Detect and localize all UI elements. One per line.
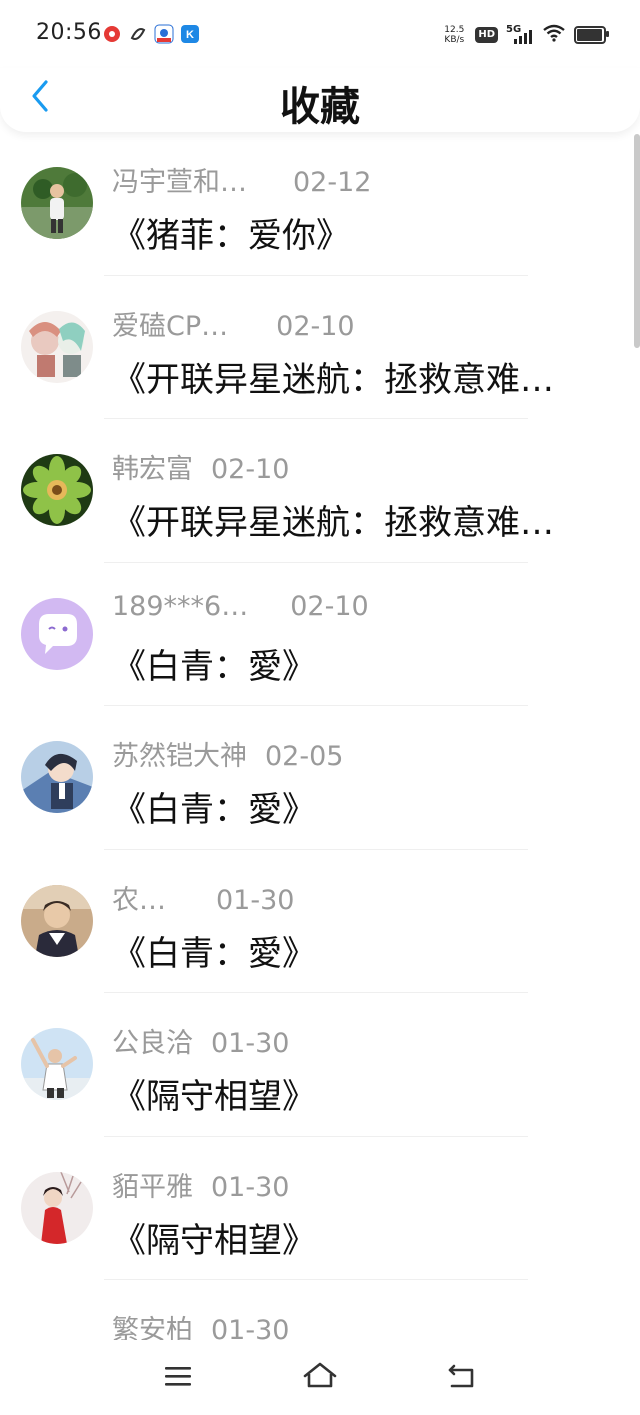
topic-title: 《猪菲：爱你》 [112, 216, 350, 256]
date: 02-05 [265, 741, 344, 772]
item-meta: 韩宏富 02-10 [112, 447, 289, 486]
username: 农… [112, 884, 166, 916]
username: 冯宇萱和… [112, 167, 247, 198]
hd-badge: HD [475, 27, 498, 43]
username: 苏然铠大神 [112, 741, 247, 772]
back-arrow-icon [446, 1362, 478, 1394]
date: 02-10 [276, 310, 355, 342]
topic-title: 《开联异星迷航：拯救意难… [112, 503, 554, 543]
list-item[interactable]: 农… 01-30 《白青：愛》 [0, 850, 640, 993]
username: 繁安柏 [112, 1315, 193, 1340]
blue-app-icon [154, 24, 174, 44]
topic-title: 《开联异星迷航：拯救意难… [112, 359, 554, 400]
menu-icon [164, 1364, 192, 1392]
favorites-list: 冯宇萱和… 02-12 《猪菲：爱你》 爱磕CP… 02-10 《开联异星迷航：拯救… [0, 132, 640, 1340]
menu-button[interactable] [156, 1358, 200, 1398]
list-item[interactable]: 我 繁安柏 01-30 [0, 1280, 640, 1340]
status-bar: 20:56 K 12.5 KB/s HD 5G [0, 0, 640, 68]
avatar[interactable] [21, 1171, 93, 1244]
item-meta: 农… 01-30 [112, 878, 294, 917]
status-time: 20:56 [36, 20, 102, 45]
back-nav-button[interactable] [440, 1358, 484, 1398]
username: 韩宏富 [112, 454, 193, 485]
avatar[interactable] [21, 167, 93, 239]
system-nav-bar [0, 1340, 640, 1415]
avatar[interactable] [21, 741, 93, 813]
svg-text:K: K [186, 29, 194, 41]
avatar[interactable] [21, 454, 93, 526]
username: 公良洽 [112, 1028, 193, 1059]
network-speed: 12.5 KB/s [444, 25, 465, 45]
date: 02-12 [293, 167, 372, 198]
list-item[interactable]: 苏然铠大神 02-05 《白青：愛》 [0, 706, 640, 850]
list-item[interactable]: 公良洽 01-30 《隔守相望》 [0, 993, 640, 1137]
date: 01-30 [211, 1315, 290, 1340]
signal-icon: 5G [506, 24, 534, 46]
scrollbar[interactable] [634, 134, 640, 348]
app-header: 收藏 [0, 68, 640, 132]
topic-title: 《隔守相望》 [112, 1077, 316, 1117]
topic-title: 《白青：愛》 [112, 933, 316, 974]
list-item[interactable]: 貊平雅 01-30 《隔守相望》 [0, 1137, 640, 1280]
avatar[interactable] [21, 597, 93, 670]
list-item[interactable]: 爱磕CP… 02-10 《开联异星迷航：拯救意难… [0, 276, 640, 419]
username: 貊平雅 [112, 1171, 193, 1203]
list-item[interactable]: 韩宏富 02-10 《开联异星迷航：拯救意难… [0, 419, 640, 563]
username: 189***6… [112, 590, 249, 622]
status-indicators: 12.5 KB/s HD 5G [441, 22, 609, 48]
date: 01-30 [211, 1171, 290, 1203]
date: 01-30 [211, 1028, 290, 1059]
topic-title: 《隔守相望》 [112, 1220, 316, 1261]
username: 爱磕CP… [112, 310, 229, 342]
item-meta: 冯宇萱和… 02-12 [112, 160, 371, 199]
topic-title: 《白青：愛》 [112, 646, 316, 687]
battery-icon [574, 26, 609, 44]
avatar[interactable] [21, 310, 93, 383]
item-meta: 繁安柏 01-30 [112, 1308, 289, 1340]
item-meta: 189***6… 02-10 [112, 591, 369, 622]
list-item[interactable]: 冯宇萱和… 02-12 《猪菲：爱你》 [0, 132, 640, 276]
wifi-icon [542, 24, 566, 46]
home-button[interactable] [298, 1358, 342, 1398]
list-item[interactable]: 189***6… 02-10 《白青：愛》 [0, 563, 640, 706]
page-title: 收藏 [280, 84, 360, 130]
avatar[interactable]: 我 [21, 1315, 93, 1340]
item-meta: 苏然铠大神 02-05 [112, 734, 343, 773]
kugou-app-icon: K [180, 24, 200, 44]
red-app-icon [102, 24, 122, 44]
date: 01-30 [216, 884, 295, 916]
home-icon [302, 1362, 338, 1394]
date: 02-10 [290, 590, 369, 622]
topic-title: 《白青：愛》 [112, 790, 316, 830]
avatar[interactable] [21, 1028, 93, 1100]
date: 02-10 [211, 454, 290, 485]
item-meta: 公良洽 01-30 [112, 1021, 289, 1060]
avatar[interactable] [21, 884, 93, 957]
item-meta: 爱磕CP… 02-10 [112, 304, 355, 343]
swirl-app-icon [128, 24, 148, 44]
item-meta: 貊平雅 01-30 [112, 1165, 289, 1204]
